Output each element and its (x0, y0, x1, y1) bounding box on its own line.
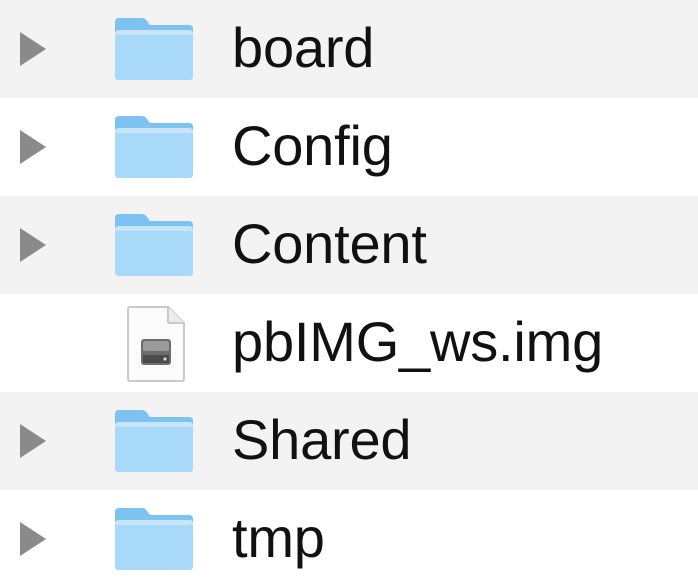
list-item[interactable]: Shared (0, 392, 698, 490)
file-name[interactable]: Config (232, 117, 393, 174)
disclosure-triangle-icon[interactable] (20, 130, 46, 164)
folder-icon (115, 18, 193, 80)
file-name[interactable]: tmp (232, 509, 325, 566)
disk-image-icon (127, 306, 185, 382)
disclosure-triangle-icon[interactable] (20, 522, 46, 556)
folder-icon (115, 508, 193, 570)
list-item[interactable]: tmp (0, 490, 698, 586)
disclosure-triangle-icon[interactable] (20, 424, 46, 458)
file-list: board Config Content pbIMG_ws.img Shared… (0, 0, 698, 586)
list-item[interactable]: pbIMG_ws.img (0, 294, 698, 392)
folder-icon (115, 116, 193, 178)
disclosure-triangle-icon[interactable] (20, 228, 46, 262)
file-name[interactable]: board (232, 19, 374, 76)
file-name[interactable]: Content (232, 215, 427, 272)
list-item[interactable]: board (0, 0, 698, 98)
file-name[interactable]: pbIMG_ws.img (232, 313, 603, 370)
disclosure-triangle-icon[interactable] (20, 32, 46, 66)
list-item[interactable]: Content (0, 196, 698, 294)
list-item[interactable]: Config (0, 98, 698, 196)
folder-icon (115, 214, 193, 276)
folder-icon (115, 410, 193, 472)
file-name[interactable]: Shared (232, 411, 412, 468)
